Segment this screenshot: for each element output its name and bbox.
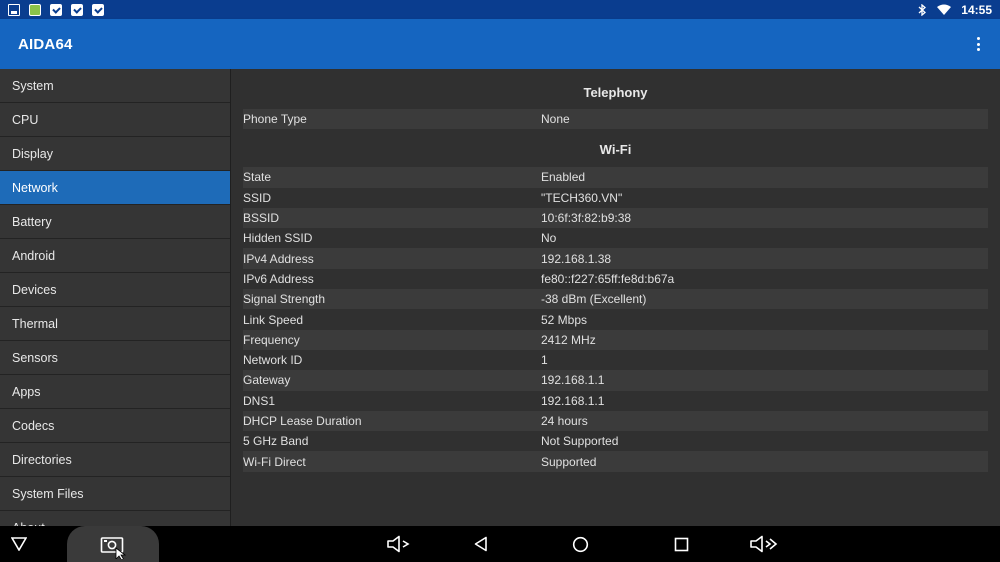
sidebar-item-cpu[interactable]: CPU: [0, 103, 230, 137]
row-value: Not Supported: [541, 434, 619, 449]
table-row: Frequency 2412 MHz: [243, 329, 988, 350]
table-row: SSID "TECH360.VN": [243, 188, 988, 208]
row-key: Frequency: [243, 332, 300, 347]
volume-down-icon[interactable]: [386, 535, 412, 553]
back-icon[interactable]: [473, 536, 489, 552]
sidebar-item-display[interactable]: Display: [0, 137, 230, 171]
app-icon: [29, 3, 41, 16]
table-row: DHCP Lease Duration 24 hours: [243, 410, 988, 432]
row-value: 1: [541, 353, 548, 368]
sidebar-item-system[interactable]: System: [0, 69, 230, 103]
table-row: Link Speed 52 Mbps: [243, 309, 988, 329]
wifi-icon: [937, 4, 952, 15]
app-bar: AIDA64: [0, 19, 1000, 69]
bluetooth-icon: [918, 3, 927, 16]
table-row: IPv4 Address 192.168.1.38: [243, 248, 988, 269]
bag-icon: [50, 3, 62, 16]
section-title-telephony: Telephony: [583, 85, 648, 100]
sidebar-item-sensors[interactable]: Sensors: [0, 341, 230, 375]
row-key: Gateway: [243, 373, 291, 388]
row-key: State: [243, 170, 272, 185]
wifi-table: State Enabled SSID "TECH360.VN" BSSID 10:6f…: [243, 167, 988, 472]
row-value: 192.168.1.1: [541, 373, 605, 388]
row-key: DHCP Lease Duration: [243, 414, 362, 428]
table-row: Phone Type None: [243, 109, 988, 130]
table-row: IPv6 Address fe80::f227:65ff:fe8d:b67a: [243, 269, 988, 289]
row-key: 5 GHz Band: [243, 434, 309, 449]
overflow-menu-icon[interactable]: [970, 35, 986, 53]
table-row: Network ID 1: [243, 350, 988, 370]
sidebar-item-system-files[interactable]: System Files: [0, 477, 230, 511]
status-bar-notifications: [8, 3, 104, 16]
row-key: IPv6 Address: [243, 271, 314, 286]
row-value: 192.168.1.1: [541, 393, 605, 408]
table-row: Wi-Fi Direct Supported: [243, 451, 988, 472]
table-row: Hidden SSID No: [243, 228, 988, 248]
section-title-wifi: Wi-Fi: [599, 142, 632, 158]
row-value: 2412 MHz: [541, 332, 596, 347]
screenshot-icon[interactable]: [100, 535, 126, 559]
table-row: Gateway 192.168.1.1: [243, 370, 988, 391]
sidebar-item-battery[interactable]: Battery: [0, 205, 230, 239]
row-key: Link Speed: [243, 312, 304, 327]
clock: 14:55: [961, 2, 992, 17]
sidebar-item-android[interactable]: Android: [0, 239, 230, 273]
status-bar-system: 14:55: [917, 3, 992, 17]
sidebar-item-apps[interactable]: Apps: [0, 375, 230, 409]
row-key: IPv4 Address: [243, 251, 314, 266]
app-title: AIDA64: [18, 35, 73, 53]
row-key: Hidden SSID: [243, 231, 313, 246]
row-key: Phone Type: [243, 112, 307, 127]
row-value: Enabled: [541, 170, 586, 185]
row-value: None: [541, 112, 570, 127]
row-value: 24 hours: [541, 414, 588, 428]
details-panel: Telephony Phone Type None Wi-Fi State Ena…: [231, 69, 1000, 526]
table-row: DNS1 192.168.1.1: [243, 391, 988, 411]
row-key: Network ID: [243, 353, 303, 368]
sidebar-item-thermal[interactable]: Thermal: [0, 307, 230, 341]
system-nav-bar: [0, 526, 1000, 562]
table-row: Signal Strength -38 dBm (Excellent): [243, 289, 988, 310]
table-row: State Enabled: [243, 167, 988, 188]
sidebar: System CPU Display Network Battery Andro…: [0, 69, 231, 526]
bag-icon: [71, 3, 83, 16]
sidebar-item-devices[interactable]: Devices: [0, 273, 230, 307]
volume-up-icon[interactable]: [749, 535, 779, 553]
row-key: BSSID: [243, 211, 280, 226]
sidebar-item-network[interactable]: Network: [0, 171, 230, 205]
row-value: -38 dBm (Excellent): [541, 292, 647, 307]
row-value: "TECH360.VN": [541, 190, 623, 205]
row-key: DNS1: [243, 393, 276, 408]
row-key: SSID: [243, 190, 272, 205]
row-value: No: [541, 231, 557, 246]
app-root: 14:55 AIDA64 System CPU Display Network …: [0, 0, 1000, 562]
table-row: 5 GHz Band Not Supported: [243, 431, 988, 451]
gallery-icon: [8, 3, 20, 16]
status-bar: 14:55: [0, 0, 1000, 19]
row-key: Wi-Fi Direct: [243, 454, 306, 469]
row-value: 52 Mbps: [541, 312, 588, 327]
table-row: BSSID 10:6f:3f:82:b9:38: [243, 207, 988, 229]
hide-nav-icon[interactable]: [11, 537, 27, 551]
bag-icon: [92, 3, 104, 16]
sidebar-item-codecs[interactable]: Codecs: [0, 409, 230, 443]
row-value: Supported: [541, 454, 597, 469]
recents-icon[interactable]: [674, 537, 689, 552]
sidebar-item-directories[interactable]: Directories: [0, 443, 230, 477]
sidebar-item-about[interactable]: About: [0, 511, 230, 526]
row-value: fe80::f227:65ff:fe8d:b67a: [541, 271, 675, 286]
row-value: 192.168.1.38: [541, 251, 612, 266]
row-key: Signal Strength: [243, 292, 326, 307]
telephony-table: Phone Type None: [243, 109, 988, 130]
home-icon[interactable]: [572, 536, 589, 553]
row-value: 10:6f:3f:82:b9:38: [541, 211, 632, 226]
